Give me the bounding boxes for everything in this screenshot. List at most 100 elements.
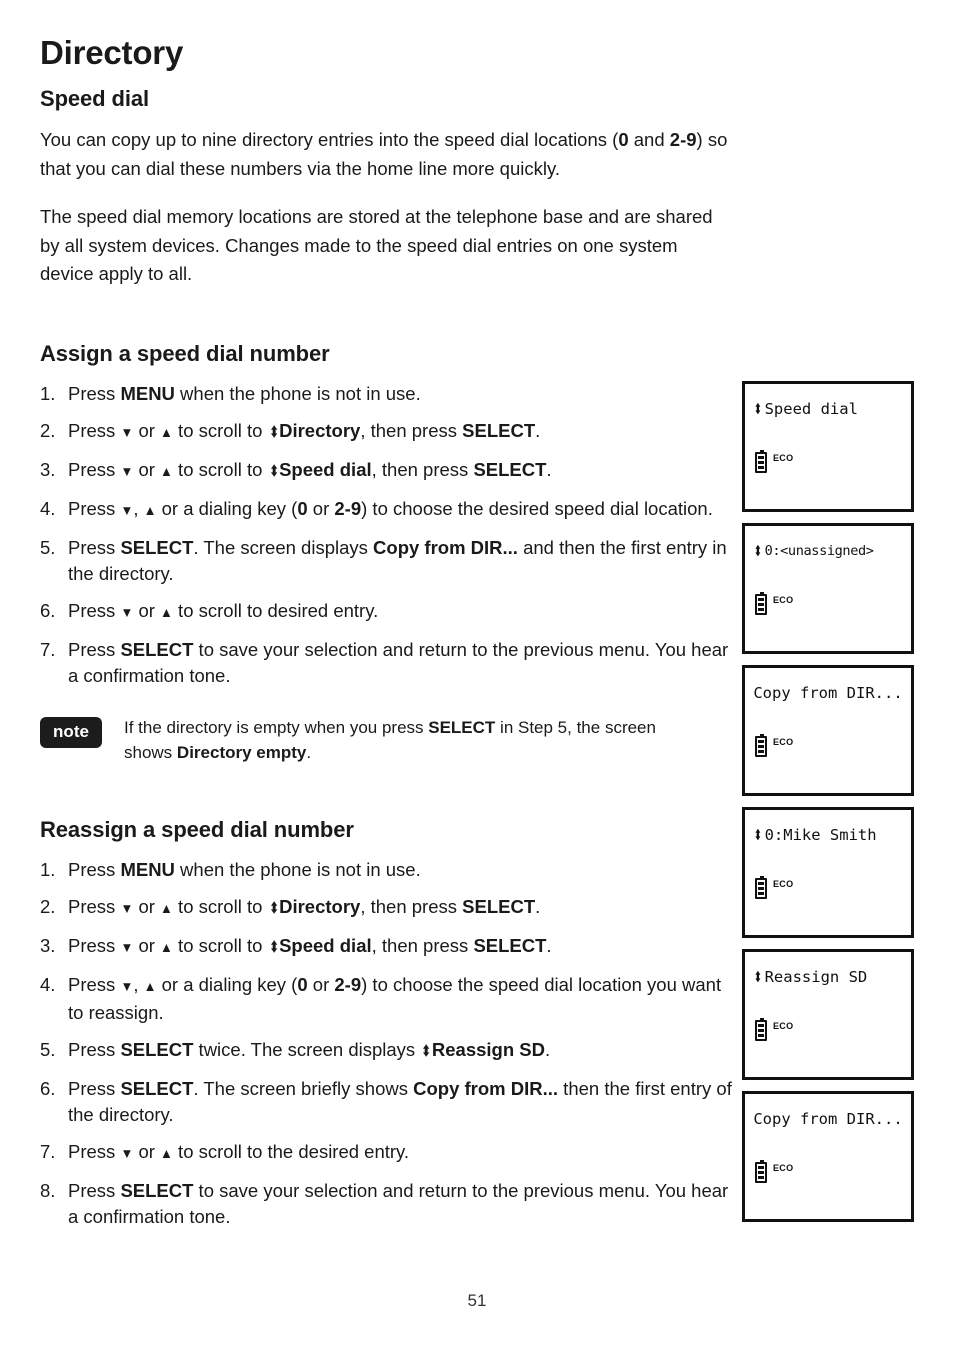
up-arrow-icon: ▲ bbox=[160, 1145, 173, 1161]
step-item: 3. Press ▼ or ▲ to scroll to ⬍Speed dial,… bbox=[40, 457, 735, 485]
lcd-text: Reassign SD bbox=[764, 968, 868, 986]
up-down-arrow-icon: ⬍ bbox=[269, 938, 278, 956]
step-item: 8. Press SELECT to save your selection an… bbox=[40, 1178, 735, 1230]
lcd-text-line: Copy from DIR... bbox=[745, 684, 911, 702]
eco-label: ECO bbox=[773, 453, 794, 463]
step-number: 3. bbox=[40, 934, 56, 956]
lcd-screen: Copy from DIR... ECO bbox=[742, 665, 914, 796]
page-title: Directory bbox=[40, 34, 184, 71]
lcd-text-line: ⬍ Speed dial bbox=[745, 400, 911, 418]
step-item: 6. Press ▼ or ▲ to scroll to desired entr… bbox=[40, 598, 735, 626]
section-heading-speed-dial: Speed dial bbox=[40, 86, 150, 111]
step-text: Press ▼, ▲ or a dialing key (0 or 2-9) t… bbox=[68, 498, 713, 519]
eco-label: ECO bbox=[773, 737, 794, 747]
step-text: Press MENU when the phone is not in use. bbox=[68, 382, 421, 404]
note-callout: note If the directory is empty when you … bbox=[40, 715, 735, 765]
up-down-arrow-icon: ⬍ bbox=[269, 899, 278, 917]
up-down-arrow-icon: ⬍ bbox=[754, 542, 762, 560]
up-down-arrow-icon: ⬍ bbox=[754, 968, 762, 986]
down-arrow-icon: ▼ bbox=[120, 502, 134, 518]
up-arrow-icon: ▲ bbox=[160, 900, 173, 916]
step-number: 2. bbox=[40, 419, 56, 441]
lcd-screen: Copy from DIR... ECO bbox=[742, 1091, 914, 1222]
step-item: 2. Press ▼ or ▲ to scroll to ⬍Directory, … bbox=[40, 418, 735, 446]
up-arrow-icon: ▲ bbox=[160, 604, 173, 620]
lcd-text-line: ⬍ 0:<unassigned> bbox=[745, 542, 911, 560]
down-arrow-icon: ▼ bbox=[120, 900, 134, 916]
step-text: Press ▼ or ▲ to scroll to ⬍Directory, th… bbox=[68, 896, 540, 917]
eco-label: ECO bbox=[773, 1163, 794, 1173]
up-down-arrow-icon: ⬍ bbox=[421, 1042, 431, 1060]
assign-steps-list: 1. Press MENU when the phone is not in us… bbox=[40, 381, 735, 689]
step-text: Press ▼ or ▲ to scroll to ⬍Speed dial, t… bbox=[68, 459, 552, 480]
step-text: Press MENU when the phone is not in use. bbox=[68, 858, 421, 880]
step-text: Press SELECT. The screen briefly shows C… bbox=[68, 1077, 732, 1125]
step-item: 4. Press ▼, ▲ or a dialing key (0 or 2-9)… bbox=[40, 496, 735, 524]
lcd-text-line: ⬍ Reassign SD bbox=[745, 968, 911, 986]
speed-dial-paragraph-1: You can copy up to nine directory entrie… bbox=[40, 129, 728, 179]
down-arrow-icon: ▼ bbox=[120, 978, 134, 994]
step-text: Press ▼ or ▲ to scroll to ⬍Directory, th… bbox=[68, 420, 540, 441]
note-text: If the directory is empty when you press… bbox=[124, 717, 656, 762]
up-arrow-icon: ▲ bbox=[160, 424, 173, 440]
step-number: 5. bbox=[40, 536, 56, 558]
reassign-steps-list: 1. Press MENU when the phone is not in us… bbox=[40, 857, 735, 1230]
lcd-text: Speed dial bbox=[764, 400, 858, 418]
battery-icon bbox=[755, 450, 767, 473]
lcd-text: 0:Mike Smith bbox=[764, 826, 877, 844]
down-arrow-icon: ▼ bbox=[120, 424, 134, 440]
lcd-status-row: ECO bbox=[755, 450, 794, 473]
step-number: 4. bbox=[40, 973, 56, 995]
battery-icon bbox=[755, 876, 767, 899]
step-text: Press SELECT. The screen displays Copy f… bbox=[68, 536, 727, 584]
lcd-text-line: Copy from DIR... bbox=[745, 1110, 911, 1128]
down-arrow-icon: ▼ bbox=[120, 939, 134, 955]
battery-icon bbox=[755, 734, 767, 757]
up-arrow-icon: ▲ bbox=[160, 463, 173, 479]
battery-icon bbox=[755, 1018, 767, 1041]
step-number: 6. bbox=[40, 599, 56, 621]
step-item: 1. Press MENU when the phone is not in us… bbox=[40, 381, 735, 407]
section-heading-assign: Assign a speed dial number bbox=[40, 340, 330, 366]
down-arrow-icon: ▼ bbox=[120, 1145, 134, 1161]
step-number: 6. bbox=[40, 1077, 56, 1099]
step-item: 5. Press SELECT twice. The screen display… bbox=[40, 1037, 735, 1065]
battery-icon bbox=[755, 592, 767, 615]
eco-label: ECO bbox=[773, 879, 794, 889]
lcd-screen: ⬍ Speed dial ECO bbox=[742, 381, 914, 512]
step-item: 2. Press ▼ or ▲ to scroll to ⬍Directory, … bbox=[40, 894, 735, 922]
step-text: Press ▼ or ▲ to scroll to ⬍Speed dial, t… bbox=[68, 935, 552, 956]
lcd-status-row: ECO bbox=[755, 734, 794, 757]
lcd-illustration-column: ⬍ Speed dial ECO ⬍ 0:<unassigned> ECO Copy fro… bbox=[742, 381, 914, 1233]
up-down-arrow-icon: ⬍ bbox=[754, 400, 762, 418]
lcd-screen: ⬍ Reassign SD ECO bbox=[742, 949, 914, 1080]
step-number: 1. bbox=[40, 858, 56, 880]
lcd-status-row: ECO bbox=[755, 1018, 794, 1041]
step-text: Press SELECT to save your selection and … bbox=[68, 638, 729, 686]
step-number: 4. bbox=[40, 497, 56, 519]
eco-label: ECO bbox=[773, 1021, 794, 1031]
section-heading-reassign: Reassign a speed dial number bbox=[40, 816, 354, 842]
step-item: 7. Press ▼ or ▲ to scroll to the desired … bbox=[40, 1139, 735, 1167]
step-number: 7. bbox=[40, 638, 56, 660]
up-down-arrow-icon: ⬍ bbox=[754, 826, 762, 844]
lcd-screen: ⬍ 0:Mike Smith ECO bbox=[742, 807, 914, 938]
step-item: 5. Press SELECT. The screen displays Copy… bbox=[40, 535, 735, 587]
step-item: 1. Press MENU when the phone is not in us… bbox=[40, 857, 735, 883]
lcd-status-row: ECO bbox=[755, 1160, 794, 1183]
lcd-screen: ⬍ 0:<unassigned> ECO bbox=[742, 523, 914, 654]
step-text: Press ▼ or ▲ to scroll to the desired en… bbox=[68, 1141, 409, 1162]
step-item: 3. Press ▼ or ▲ to scroll to ⬍Speed dial,… bbox=[40, 933, 735, 961]
lcd-text: Copy from DIR... bbox=[753, 684, 903, 702]
step-text: Press SELECT to save your selection and … bbox=[68, 1179, 729, 1227]
down-arrow-icon: ▼ bbox=[120, 604, 134, 620]
lcd-status-row: ECO bbox=[755, 876, 794, 899]
lcd-text-line: ⬍ 0:Mike Smith bbox=[745, 826, 911, 844]
eco-label: ECO bbox=[773, 595, 794, 605]
note-badge: note bbox=[40, 716, 102, 748]
up-down-arrow-icon: ⬍ bbox=[269, 462, 278, 480]
step-number: 5. bbox=[40, 1038, 56, 1060]
step-text: Press ▼ or ▲ to scroll to desired entry. bbox=[68, 600, 378, 621]
battery-icon bbox=[755, 1160, 767, 1183]
lcd-status-row: ECO bbox=[755, 592, 794, 615]
